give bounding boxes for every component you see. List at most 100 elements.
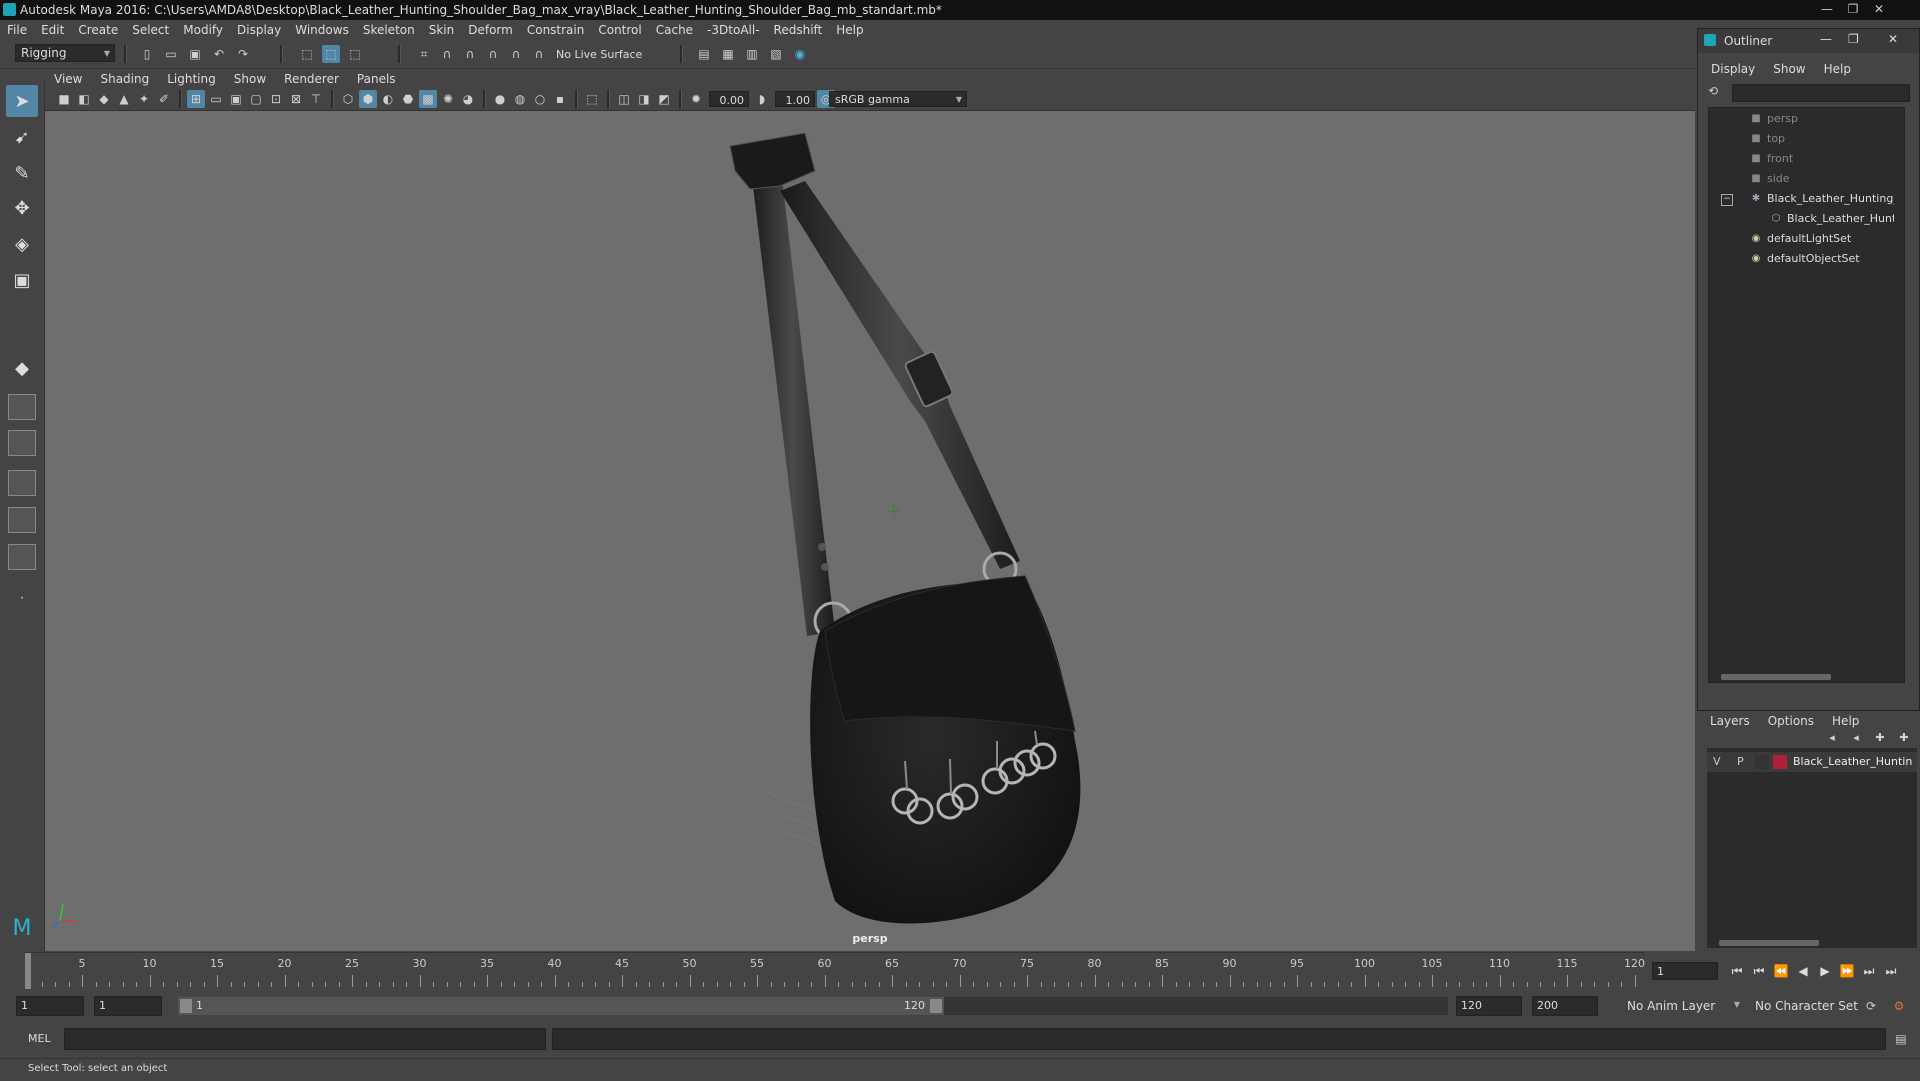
grease-pencil-icon[interactable]: ✐ — [155, 90, 173, 108]
render-view-icon[interactable]: ▤ — [695, 45, 713, 63]
menu-control[interactable]: Control — [591, 23, 648, 37]
menu-redshift[interactable]: Redshift — [767, 23, 830, 37]
more-layouts-icon[interactable]: · — [6, 582, 38, 614]
new-scene-icon[interactable]: ▯ — [138, 45, 156, 63]
menu-display[interactable]: Display — [230, 23, 288, 37]
outliner-filter-icon[interactable]: ⟲ — [1708, 84, 1728, 102]
restore-button[interactable]: ❐ — [1840, 0, 1866, 18]
menu-cache[interactable]: Cache — [649, 23, 700, 37]
menu-create[interactable]: Create — [71, 23, 125, 37]
new-layer-icon[interactable]: ✚ — [1871, 728, 1889, 746]
menu-skeleton[interactable]: Skeleton — [356, 23, 422, 37]
move-layer-down-icon[interactable]: ◂ — [1847, 728, 1865, 746]
outliner-item-top[interactable]: ■ top — [1749, 132, 1785, 145]
snap-live-icon[interactable]: ∩ — [530, 45, 548, 63]
outliner-horizontal-scrollbar[interactable] — [1709, 672, 1894, 682]
minimize-button[interactable]: — — [1814, 0, 1840, 18]
resolution-gate-icon[interactable]: ▣ — [227, 90, 245, 108]
go-to-end-icon[interactable]: ⏭ — [1882, 962, 1900, 980]
outliner-close-button[interactable]: ✕ — [1888, 32, 1898, 46]
outliner-menu-display[interactable]: Display — [1702, 62, 1764, 76]
hypershade-layout-icon[interactable] — [8, 544, 36, 570]
current-frame-field[interactable]: 1 — [1652, 962, 1718, 980]
screen-space-ao-icon[interactable]: ● — [491, 90, 509, 108]
xray-joints-icon[interactable]: ◩ — [655, 90, 673, 108]
menu-skin[interactable]: Skin — [422, 23, 462, 37]
move-layer-up-icon[interactable]: ◂ — [1823, 728, 1841, 746]
scrollbar-thumb[interactable] — [1721, 674, 1831, 680]
four-view-layout-icon[interactable] — [8, 394, 36, 420]
textured-icon[interactable]: ▩ — [419, 90, 437, 108]
playback-start-field[interactable]: 1 — [94, 996, 162, 1016]
select-object-icon[interactable]: ⬚ — [322, 45, 340, 63]
layer-row[interactable]: V P Black_Leather_Huntin — [1707, 752, 1917, 772]
outliner-search-input[interactable] — [1732, 84, 1910, 102]
outliner-item-side[interactable]: ■ side — [1749, 172, 1789, 185]
outliner-item-default-object-set[interactable]: ◉ defaultObjectSet — [1749, 252, 1860, 265]
animation-end-field[interactable]: 200 — [1532, 996, 1598, 1016]
menu-deform[interactable]: Deform — [461, 23, 520, 37]
render-frame-icon[interactable]: ▦ — [719, 45, 737, 63]
close-button[interactable]: ✕ — [1866, 0, 1892, 18]
menu-set-dropdown[interactable]: Rigging ▼ — [15, 44, 115, 62]
character-set-dropdown[interactable]: No Character Set — [1750, 996, 1866, 1016]
panel-menu-lighting[interactable]: Lighting — [158, 72, 225, 86]
snap-curve-icon[interactable]: ∩ — [438, 45, 456, 63]
default-material-icon[interactable]: ◐ — [379, 90, 397, 108]
view-transform-dropdown[interactable]: sRGB gamma ▼ — [829, 91, 967, 107]
outliner-item-default-light-set[interactable]: ◉ defaultLightSet — [1749, 232, 1852, 245]
outliner-item-persp[interactable]: ■ persp — [1749, 112, 1798, 125]
current-time-indicator[interactable] — [25, 953, 31, 989]
time-slider-ruler[interactable]: 1510152025303540455055606570758085909510… — [25, 952, 1645, 989]
snap-view-icon[interactable]: ∩ — [484, 45, 502, 63]
playback-end-field[interactable]: 120 — [1456, 996, 1522, 1016]
outliner-vertical-scrollbar[interactable] — [1894, 108, 1904, 682]
select-tool-icon[interactable]: ➤ — [6, 85, 38, 117]
new-layer-selected-icon[interactable]: ✚ — [1895, 728, 1913, 746]
rotate-tool-icon[interactable]: ◈ — [6, 228, 38, 260]
outliner-item-front[interactable]: ■ front — [1749, 152, 1793, 165]
xray-icon[interactable]: ◫ — [615, 90, 633, 108]
smooth-shade-icon[interactable]: ⬢ — [359, 90, 377, 108]
camera-tools-icon[interactable]: ◧ — [75, 90, 93, 108]
gamma-field[interactable]: 1.00 — [775, 91, 815, 107]
animation-preferences-icon[interactable]: ⚙ — [1890, 997, 1908, 1015]
step-back-key-icon[interactable]: ⏪ — [1772, 962, 1790, 980]
snap-point-icon[interactable]: ∩ — [461, 45, 479, 63]
perspective-viewport[interactable]: persp — [45, 111, 1695, 951]
outliner-layout-icon[interactable] — [8, 470, 36, 496]
panel-menu-show[interactable]: Show — [225, 72, 275, 86]
scale-tool-icon[interactable]: ▣ — [6, 264, 38, 296]
exposure-icon[interactable]: ✹ — [687, 90, 705, 108]
menu-windows[interactable]: Windows — [288, 23, 356, 37]
gamma-icon[interactable]: ◗ — [753, 90, 771, 108]
safe-title-icon[interactable]: ⊤ — [307, 90, 325, 108]
layer-menu-options[interactable]: Options — [1759, 714, 1823, 728]
command-input[interactable] — [64, 1028, 546, 1050]
script-language-label[interactable]: MEL — [28, 1032, 51, 1045]
wireframe-on-shaded-icon[interactable]: ⬣ — [399, 90, 417, 108]
two-view-layout-icon[interactable] — [8, 430, 36, 456]
go-to-start-icon[interactable]: ⏮ — [1728, 962, 1746, 980]
range-track[interactable]: 1 120 — [178, 997, 1448, 1015]
snap-surface-icon[interactable]: ∩ — [507, 45, 525, 63]
field-chart-icon[interactable]: ⊡ — [267, 90, 285, 108]
panel-menu-view[interactable]: View — [45, 72, 91, 86]
move-tool-icon[interactable]: ✥ — [6, 192, 38, 224]
anim-layer-dropdown[interactable]: No Anim Layer ▼ — [1622, 996, 1744, 1016]
layer-menu-help[interactable]: Help — [1823, 714, 1868, 728]
outliner-item-bag-group[interactable]: ✱ Black_Leather_Hunting_S — [1749, 192, 1904, 205]
layer-type-toggle[interactable] — [1755, 755, 1769, 769]
layer-playback-toggle[interactable]: P — [1737, 755, 1744, 768]
layer-menu-layers[interactable]: Layers — [1701, 714, 1759, 728]
collapse-toggle[interactable]: − — [1721, 194, 1733, 206]
bookmark-icon[interactable]: ◆ — [95, 90, 113, 108]
layer-color-swatch[interactable] — [1773, 755, 1787, 769]
script-editor-icon[interactable]: ▤ — [1892, 1030, 1910, 1048]
safe-action-icon[interactable]: ⊠ — [287, 90, 305, 108]
lasso-tool-icon[interactable]: ➹ — [6, 121, 38, 153]
outliner-item-bag-mesh[interactable]: ⬡ Black_Leather_Huntin — [1769, 212, 1904, 225]
hypershade-icon[interactable]: ◉ — [791, 45, 809, 63]
select-hierarchy-icon[interactable]: ⬚ — [298, 45, 316, 63]
two-d-pan-icon[interactable]: ✦ — [135, 90, 153, 108]
